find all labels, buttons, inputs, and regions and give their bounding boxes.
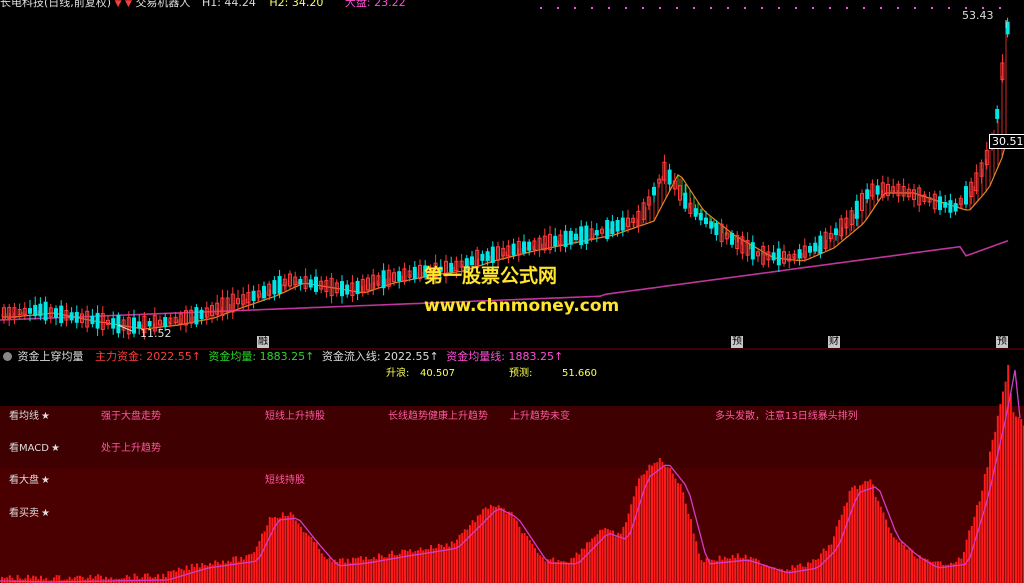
stock-title[interactable]: 长电科技(日线,前复权): [0, 0, 111, 9]
candlesticks: [2, 17, 1010, 340]
event-marker-forecast-2: 预: [996, 336, 1008, 348]
sub-header: 资金上穿均量 主力资金: 2022.55↑ 资金均量: 1883.25↑ 资金流…: [0, 350, 1024, 364]
signal-ma-4: 上升趋势未变: [510, 411, 570, 422]
sub-gear-icon[interactable]: [3, 352, 12, 361]
h1-value: H1: 44.24: [201, 0, 256, 9]
forecast-label: 预测:: [509, 368, 533, 379]
signal-market-1: 短线持股: [265, 475, 305, 486]
signal-ma-1: 强于大盘走势: [101, 411, 161, 422]
signal-ma-5: 多头发散，注意13日线暴头排列: [715, 411, 858, 422]
signal-ma-2: 短线上升持股: [265, 411, 325, 422]
watermark-title: 第一股票公式网: [424, 265, 558, 287]
event-marker-forecast: 预: [731, 336, 743, 348]
fund-avg-line-value: 资金均量线: 1883.25↑: [446, 350, 564, 363]
rise-label: 升浪:: [386, 368, 410, 379]
row-label-market: 看大盘 ★: [9, 475, 50, 486]
row-label-trade: 看买卖 ★: [9, 508, 50, 519]
dropdown-arrow-icon[interactable]: ▼: [115, 0, 122, 9]
row-label-macd: 看MACD ★: [9, 443, 60, 454]
main-fund-value: 主力资金: 2022.55↑: [95, 350, 201, 363]
collapse-arrow-icon[interactable]: ▼: [125, 0, 132, 9]
indicator-name[interactable]: 交易机器人: [135, 0, 190, 9]
fund-avg-value: 资金均量: 1883.25↑: [208, 350, 315, 363]
dapan-value: 大盘: 23.22: [344, 0, 406, 9]
current-price-box: 30.51: [989, 134, 1024, 149]
event-marker-margin: 融: [257, 336, 269, 348]
sub-indicator-name[interactable]: 资金上穿均量: [18, 350, 84, 363]
signal-macd-1: 处于上升趋势: [101, 443, 161, 454]
forecast-value: 51.660: [562, 368, 597, 379]
low-price-label: 11.52: [140, 327, 172, 340]
event-marker-finance: 财: [828, 336, 840, 348]
h2-value: H2: 34.20: [269, 0, 324, 9]
watermark-url: www.chnmoney.com: [424, 296, 620, 316]
signal-ma-3: 长线趋势健康上升趋势: [388, 411, 488, 422]
high-price-label: 53.43: [962, 9, 994, 22]
sub-chart[interactable]: [0, 364, 1024, 583]
fund-inflow-value: 资金流入线: 2022.55↑: [321, 350, 439, 363]
main-header: 长电科技(日线,前复权) ▼ ▼ 交易机器人 H1: 44.24 H2: 34.…: [0, 0, 406, 9]
rise-value: 40.507: [420, 368, 455, 379]
chart-window: 53.43 11.52 30.51 融 预 财 预 长电科技(日线,前复权) ▼…: [0, 0, 1024, 583]
row-label-ma: 看均线 ★: [9, 411, 50, 422]
